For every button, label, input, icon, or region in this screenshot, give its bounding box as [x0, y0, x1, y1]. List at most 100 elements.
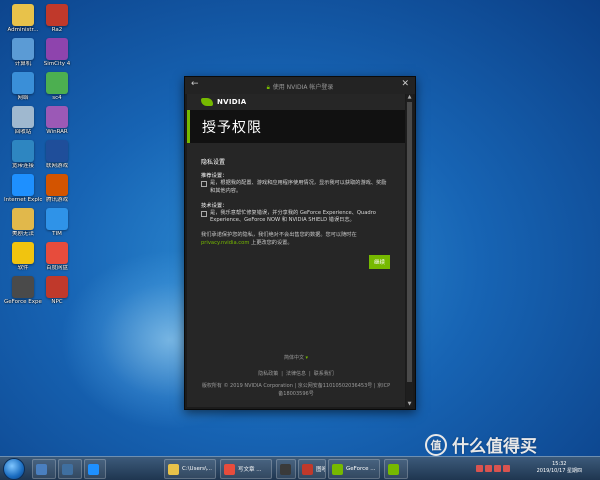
desktop-icon[interactable]: WinRAR [38, 106, 76, 136]
taskbar-button[interactable] [276, 459, 296, 479]
dialog-title: 🔒︎ 使用 NVIDIA 帐户登录 [185, 82, 415, 92]
brand-bar: NVIDIA [187, 94, 405, 110]
app-icon [46, 72, 68, 94]
scroll-up-icon[interactable]: ▲ [406, 94, 413, 100]
taskbar-app-icon [88, 463, 99, 475]
app-icon [46, 140, 68, 162]
watermark-badge: 值 [425, 433, 447, 456]
taskbar-app-icon [224, 463, 235, 475]
desktop-icon-label: Ra2 [51, 27, 63, 33]
lock-icon: 🔒︎ [266, 84, 270, 91]
hero-banner: 授予权限 [187, 110, 405, 143]
privacy-note-tail: 上更改您的设置。 [251, 239, 293, 246]
start-button[interactable] [3, 458, 25, 480]
app-icon [46, 174, 68, 196]
nvidia-logo-text: NVIDIA [217, 98, 247, 106]
taskbar-app-icon [36, 463, 47, 475]
desktop-icon-label: Internet Explorer [4, 197, 42, 203]
privacy-link[interactable]: privacy.nvidia.com [201, 240, 249, 246]
taskbar-button-label: C:\Users\... [182, 466, 213, 472]
taskbar-button[interactable] [384, 459, 408, 479]
desktop-icon[interactable]: TIM [38, 208, 76, 238]
taskbar-button[interactable] [84, 459, 106, 479]
tray-icons [476, 465, 510, 472]
desktop-icon[interactable]: 网络 [4, 72, 42, 102]
desktop-icon[interactable]: sc4 [38, 72, 76, 102]
scrollbar-thumb[interactable] [407, 102, 412, 382]
dialog-content-area: NVIDIA 授予权限 隐私设置 推荐设置： 是，根据我的配置、游戏和应用程序使… [187, 94, 405, 407]
chevron-down-icon: ▾ [305, 355, 309, 361]
tray-icon[interactable] [503, 465, 510, 472]
desktop-icon[interactable]: Ra2 [38, 4, 76, 34]
taskbar-app-icon [332, 463, 343, 475]
desktop-icon-label: 腾讯游戏 [45, 197, 68, 203]
desktop-icon[interactable]: 回收站 [4, 106, 42, 136]
desktop-icon[interactable]: 腾讯游戏 [38, 174, 76, 204]
desktop-icon[interactable]: 计算机 [4, 38, 42, 68]
tray-icon[interactable] [485, 465, 492, 472]
close-icon[interactable]: ✕ [401, 79, 409, 89]
desktop-icon[interactable]: 百度网盘 [38, 242, 76, 272]
desktop-icon-label: SimCity 4 [43, 61, 71, 67]
desktop-icon[interactable]: 软件 [4, 242, 42, 272]
app-icon [12, 106, 34, 128]
footer-links: 隐私政策 | 法律信息 | 联系我们 [258, 371, 334, 377]
taskbar-button[interactable]: GeForce ... [328, 459, 380, 479]
app-icon [46, 208, 68, 230]
desktop-icon[interactable]: SimCity 4 [38, 38, 76, 68]
taskbar-button[interactable]: C:\Users\... [164, 459, 216, 479]
copyright: 版权所有 © 2019 NVIDIA Corporation | 京公网安备11… [201, 383, 391, 397]
taskbar-button[interactable] [32, 459, 56, 479]
taskbar-button[interactable]: 图吧工具箱 [298, 459, 326, 479]
tray-icon[interactable] [494, 465, 501, 472]
desktop-icon-label: GeForce Experience [4, 299, 42, 305]
scrollbar[interactable]: ▲ ▼ [406, 94, 413, 407]
taskbar-button-label: 写文章 ... [238, 467, 262, 473]
recommended-checkbox[interactable] [201, 181, 207, 188]
watermark-text: 什么值得买 [452, 437, 537, 457]
app-icon [46, 242, 68, 264]
taskbar-button-label: GeForce ... [346, 466, 376, 472]
desktop-icon[interactable]: 美剧无法 [4, 208, 42, 238]
footer-link-contact[interactable]: 联系我们 [314, 371, 334, 377]
app-icon [12, 72, 34, 94]
desktop-icon-label: WinRAR [46, 129, 68, 135]
taskbar-app-icon [388, 463, 399, 475]
technical-label: 技术设置： [201, 202, 228, 209]
taskbar-app-icon [168, 463, 179, 475]
footer-link-legal[interactable]: 法律信息 [286, 371, 306, 377]
desktop-icon[interactable]: Internet Explorer [4, 174, 42, 204]
technical-checkbox[interactable] [201, 211, 207, 218]
taskbar-button[interactable] [58, 459, 82, 479]
desktop-icon-label: sc4 [52, 95, 62, 101]
clock-time: 15:32 [552, 461, 567, 467]
scroll-down-icon[interactable]: ▼ [406, 401, 413, 407]
footer-link-privacy[interactable]: 隐私政策 [258, 371, 278, 377]
clock-date: 2019/10/17 星期四 [536, 468, 582, 474]
privacy-heading: 隐私设置 [201, 159, 226, 166]
app-icon [46, 106, 68, 128]
button-row: 继续 [201, 254, 390, 271]
app-icon [12, 38, 34, 60]
recommended-option: 是，根据我的配置、游戏和应用程序使用情况，显示我可以获取的游戏、奖励和其他内容。 [201, 180, 390, 194]
continue-button[interactable]: 继续 [368, 254, 390, 269]
nvidia-eye-icon [201, 98, 213, 106]
app-icon [12, 242, 34, 264]
desktop-icon-label: TIM [52, 231, 62, 237]
taskbar-button[interactable]: 写文章 ... [220, 459, 272, 479]
app-icon [46, 276, 68, 298]
desktop-icon-label: 联网游戏 [45, 163, 68, 169]
desktop-icon-label: 计算机 [14, 61, 32, 67]
desktop-icon[interactable]: GeForce Experience [4, 276, 42, 306]
technical-option: 是，我乐意帮忙修复错误，并分享我的 GeForce Experience、Qua… [201, 210, 390, 224]
app-icon [46, 4, 68, 26]
desktop-icon[interactable]: 联网游戏 [38, 140, 76, 170]
desktop-icon[interactable]: NPC [38, 276, 76, 306]
page-title: 授予权限 [202, 120, 262, 136]
desktop-icon[interactable]: Administr... [4, 4, 42, 34]
language-selector[interactable]: 简体中文 ▾ [187, 354, 405, 362]
taskbar: C:\Users\... 写文章 ... 图吧工具箱 GeForce ... 15:3… [0, 456, 600, 480]
clock[interactable]: 15:32 2019/10/17 星期四 [537, 461, 582, 475]
desktop-icon[interactable]: 宽带连接 [4, 140, 42, 170]
tray-icon[interactable] [476, 465, 483, 472]
